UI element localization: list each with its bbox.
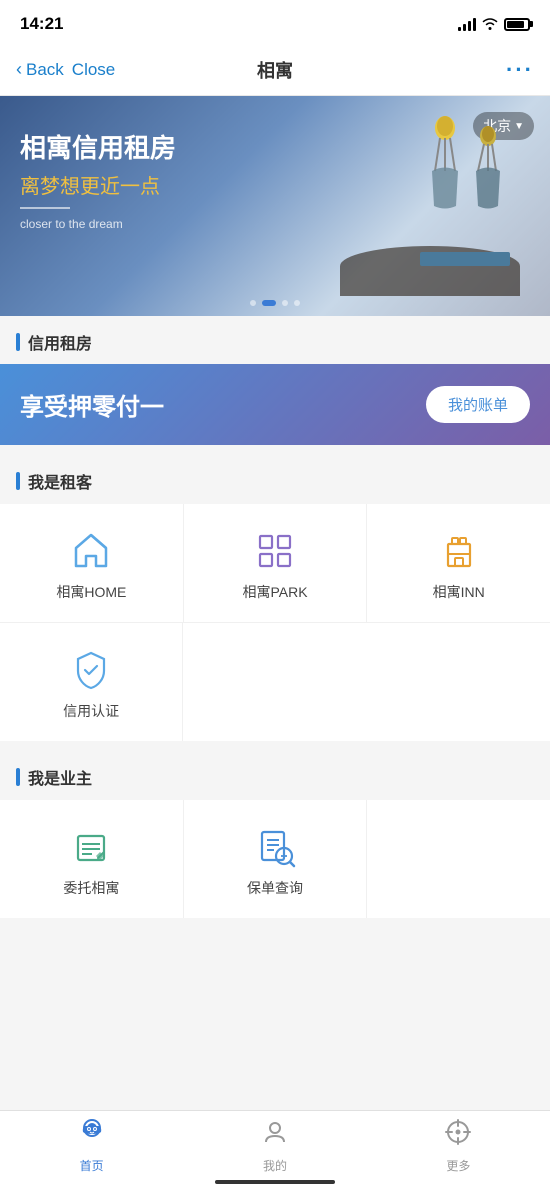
nav-more-icon: [444, 1118, 472, 1153]
section-indicator-owner: [16, 768, 20, 786]
home-icon: [70, 530, 112, 572]
home-indicator: [215, 1180, 335, 1184]
nav-home-label: 首页: [80, 1157, 104, 1174]
dot-2: [262, 300, 276, 306]
policy-icon: [254, 826, 296, 868]
banner-dots: [250, 300, 300, 306]
park-item[interactable]: 相寓PARK: [184, 504, 368, 622]
nav-more-label: 更多: [446, 1157, 470, 1174]
tenant-grid-row1: 相寓HOME 相寓PARK 相寓INN: [0, 504, 550, 623]
policy-item[interactable]: 保单查询: [184, 800, 368, 918]
nav-item-home[interactable]: 首页: [0, 1118, 183, 1174]
banner-title: 相寓信用租房: [20, 132, 176, 166]
owner-section-header: 我是业主: [0, 751, 550, 799]
nav-item-user[interactable]: 我的: [183, 1118, 366, 1174]
inn-item-label: 相寓INN: [433, 582, 485, 602]
page-title: 相寓: [257, 57, 293, 83]
home-item-label: 相寓HOME: [56, 582, 126, 602]
signal-icon: [458, 17, 476, 31]
nav-back-close[interactable]: ‹ Back Close: [16, 59, 115, 80]
section-indicator: [16, 333, 20, 351]
home-item[interactable]: 相寓HOME: [0, 504, 184, 622]
dot-3: [282, 300, 288, 306]
banner: 相寓信用租房 离梦想更近一点 closer to the dream 北京 ▼: [0, 96, 550, 316]
policy-item-label: 保单查询: [247, 878, 303, 898]
nav-item-more[interactable]: 更多: [367, 1118, 550, 1174]
inn-icon: [438, 530, 480, 572]
back-button[interactable]: Back: [26, 60, 64, 80]
delegate-item[interactable]: 委托相寓: [0, 800, 184, 918]
banner-tagline: closer to the dream: [20, 217, 176, 231]
credit-rental-title: 信用租房: [28, 330, 92, 354]
tenant-grid: 相寓HOME 相寓PARK 相寓INN: [0, 504, 550, 741]
section-indicator-tenant: [16, 472, 20, 490]
owner-grid-row1: 委托相寓 保单查询: [0, 800, 550, 918]
delegate-icon: [70, 826, 112, 868]
bottom-nav: 首页 我的 更多: [0, 1110, 550, 1190]
banner-subtitle-text: 离梦想: [20, 176, 80, 198]
battery-icon: [504, 18, 530, 31]
back-chevron-icon: ‹: [16, 59, 22, 80]
tenant-section-title: 我是租客: [28, 469, 92, 493]
banner-subtitle: 离梦想更近一点: [20, 170, 176, 199]
credit-rental-section-header: 信用租房: [0, 316, 550, 364]
status-time: 14:21: [20, 14, 63, 34]
banner-text: 相寓信用租房 离梦想更近一点 closer to the dream: [20, 132, 176, 231]
park-icon: [254, 530, 296, 572]
promo-text: 享受押零付一: [20, 387, 164, 422]
close-button[interactable]: Close: [72, 60, 115, 80]
status-bar: 14:21: [0, 0, 550, 44]
vase2-decoration: [466, 126, 510, 216]
tenant-grid-row2: 信用认证: [0, 623, 550, 741]
banner-subtitle-highlight: 更近一点: [80, 176, 160, 198]
owner-section-title: 我是业主: [28, 765, 92, 789]
nav-user-icon: [261, 1118, 289, 1153]
credit-cert-icon: [70, 649, 112, 691]
tenant-section-header: 我是租客: [0, 455, 550, 503]
inn-item[interactable]: 相寓INN: [367, 504, 550, 622]
vase1-decoration: [420, 116, 470, 216]
dot-1: [250, 300, 256, 306]
nav-user-label: 我的: [263, 1157, 287, 1174]
credit-cert-item[interactable]: 信用认证: [0, 623, 183, 741]
nav-bar: ‹ Back Close 相寓 ···: [0, 44, 550, 96]
park-item-label: 相寓PARK: [242, 582, 307, 602]
more-button[interactable]: ···: [506, 57, 534, 83]
banner-decoration: [340, 116, 520, 296]
wifi-icon: [482, 16, 498, 33]
my-account-button[interactable]: 我的账单: [426, 386, 530, 423]
credit-cert-label: 信用认证: [63, 701, 119, 721]
nav-home-icon: [78, 1118, 106, 1153]
promo-banner: 享受押零付一 我的账单: [0, 364, 550, 445]
banner-line: [20, 207, 70, 209]
delegate-item-label: 委托相寓: [63, 878, 119, 898]
owner-grid: 委托相寓 保单查询: [0, 800, 550, 918]
status-icons: [458, 16, 530, 33]
dot-4: [294, 300, 300, 306]
